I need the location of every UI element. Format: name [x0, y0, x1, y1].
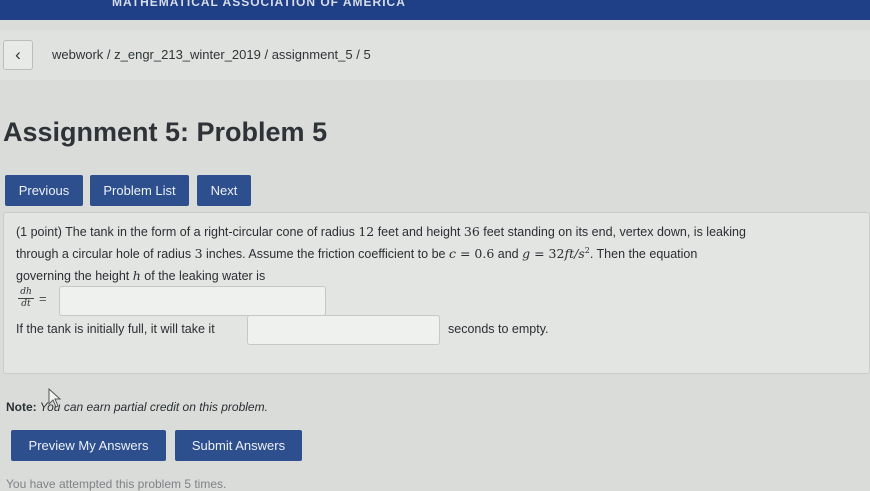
- organization-name: MATHEMATICAL ASSOCIATION OF AMERICA: [112, 0, 406, 9]
- friction-variable: c: [448, 246, 456, 262]
- equals-sign: =: [39, 291, 47, 306]
- preview-answers-button[interactable]: Preview My Answers: [11, 430, 166, 461]
- submit-answers-button[interactable]: Submit Answers: [175, 430, 302, 461]
- height-variable: h: [132, 268, 141, 283]
- problem-text: of the leaking water is: [140, 269, 266, 283]
- back-button[interactable]: ‹: [3, 40, 33, 70]
- gravity-variable: g: [522, 246, 531, 262]
- note-text: You can earn partial credit on this prob…: [36, 400, 268, 414]
- gravity-units: ft/s: [564, 246, 585, 262]
- equals-sign: =: [455, 246, 475, 262]
- fraction-numerator: dh: [18, 287, 34, 299]
- chevron-left-icon: ‹: [15, 45, 21, 64]
- problem-text: seconds to empty.: [448, 322, 549, 336]
- problem-text: inches. Assume the friction coefficient …: [202, 247, 449, 262]
- derivative-fraction: dh dt: [18, 287, 34, 310]
- top-banner: MATHEMATICAL ASSOCIATION OF AMERICA: [0, 0, 870, 20]
- fraction-denominator: dt: [21, 299, 31, 309]
- partial-credit-note: Note: You can earn partial credit on thi…: [6, 400, 268, 414]
- breadcrumb-bar: ‹ webwork / z_engr_213_winter_2019 / ass…: [0, 30, 870, 80]
- next-button[interactable]: Next: [197, 175, 251, 206]
- problem-text: through a circular hole of radius: [16, 247, 195, 262]
- time-answer-input[interactable]: [247, 315, 440, 345]
- problem-line-5: If the tank is initially full, it will t…: [16, 322, 215, 336]
- height-value: 36: [463, 224, 480, 239]
- points-label: (1 point): [16, 225, 62, 239]
- problem-text: If the tank is initially full, it will t…: [16, 322, 215, 336]
- problem-line-3: governing the height h of the leaking wa…: [16, 268, 265, 283]
- problem-line-5-end: seconds to empty.: [448, 322, 549, 336]
- problem-text: feet standing on its end, vertex down, i…: [479, 225, 746, 239]
- problem-list-button[interactable]: Problem List: [90, 175, 189, 206]
- mouse-cursor-icon: [48, 388, 62, 408]
- hole-radius-value: 3: [194, 246, 203, 262]
- gravity-value: 32: [548, 246, 565, 262]
- problem-line-2: through a circular hole of radius 3 inch…: [16, 246, 697, 261]
- problem-text: and: [494, 247, 523, 262]
- problem-line-1: (1 point) The tank in the form of a righ…: [16, 224, 746, 239]
- radius-value: 12: [358, 224, 375, 239]
- page-title: Assignment 5: Problem 5: [3, 117, 328, 147]
- equals-sign: =: [530, 246, 549, 262]
- problem-text: . Then the equation: [589, 247, 698, 262]
- problem-statement: (1 point) The tank in the form of a righ…: [3, 212, 870, 374]
- friction-value: 0.6: [474, 246, 495, 262]
- problem-text: governing the height: [16, 269, 133, 283]
- problem-text: feet and height: [374, 225, 464, 239]
- previous-button[interactable]: Previous: [5, 175, 83, 206]
- dhdt-answer-input[interactable]: [59, 286, 326, 316]
- attempts-text: You have attempted this problem 5 times.: [6, 477, 227, 491]
- problem-text: The tank in the form of a right-circular…: [65, 225, 359, 239]
- breadcrumb[interactable]: webwork / z_engr_213_winter_2019 / assig…: [52, 47, 371, 62]
- note-label: Note:: [6, 400, 37, 414]
